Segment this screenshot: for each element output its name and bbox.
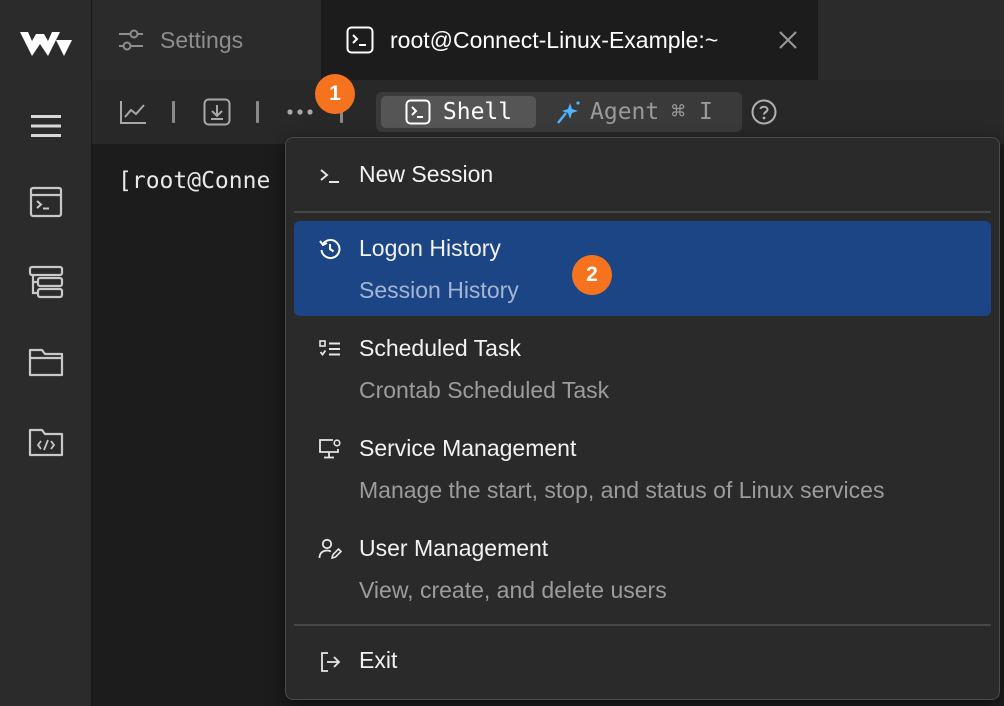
step-badge-2: 2	[572, 255, 612, 295]
step-badge-1: 1	[315, 74, 355, 114]
menu-button[interactable]	[0, 108, 91, 144]
prompt-icon	[318, 164, 342, 188]
download-button[interactable]	[202, 96, 232, 128]
menu-divider	[294, 624, 991, 626]
tab-terminal-session[interactable]: root@Connect-Linux-Example:~	[321, 0, 818, 80]
menu-item-new-session[interactable]: New Session	[294, 148, 991, 206]
code-folder-icon	[28, 428, 63, 457]
sidebar-item-files[interactable]	[0, 342, 91, 382]
more-button[interactable]	[286, 96, 314, 128]
more-dots-icon	[287, 109, 313, 115]
sparkle-icon	[557, 101, 580, 124]
more-menu-dropdown: New Session Logon History Session Histor…	[285, 137, 1000, 700]
monitor-gear-icon	[318, 437, 342, 461]
history-icon	[318, 237, 342, 261]
activity-bar	[0, 0, 92, 706]
menu-item-exit[interactable]: Exit	[294, 633, 991, 691]
agent-shortcut: ⌘ I	[671, 99, 713, 125]
menu-item-label: User Management	[359, 535, 549, 561]
menu-item-description: Crontab Scheduled Task	[359, 377, 610, 403]
hamburger-icon	[30, 115, 61, 137]
line-chart-icon	[120, 101, 146, 124]
sidebar-item-code[interactable]	[0, 422, 91, 462]
menu-divider	[294, 211, 991, 213]
download-icon	[203, 98, 231, 126]
menu-item-description: Session History	[359, 277, 519, 303]
toolbar-divider	[172, 101, 175, 123]
tab-bar: Settings root@Connect-Linux-Example:~	[92, 0, 1004, 80]
help-icon	[751, 99, 777, 125]
menu-item-user-management[interactable]: User Management View, create, and delete…	[294, 521, 991, 616]
folder-icon	[28, 348, 63, 377]
menu-item-label: Exit	[359, 647, 398, 673]
user-edit-icon	[318, 537, 342, 561]
shell-mode-button[interactable]: Shell	[381, 96, 536, 128]
exit-icon	[318, 650, 342, 674]
tab-terminal-label: root@Connect-Linux-Example:~	[390, 26, 719, 53]
terminal-prompt: [root@Conne	[118, 168, 271, 194]
sidebar-item-servers[interactable]	[0, 262, 91, 302]
logo-icon	[19, 32, 72, 56]
monitor-button[interactable]	[118, 96, 148, 128]
menu-item-label: Logon History	[359, 235, 501, 261]
task-list-icon	[318, 337, 342, 361]
app-logo	[0, 24, 91, 64]
menu-item-description: View, create, and delete users	[359, 577, 667, 603]
sidebar-item-terminal[interactable]	[0, 182, 91, 222]
help-button[interactable]	[751, 99, 777, 125]
terminal-icon	[346, 26, 374, 54]
agent-mode-button[interactable]: Agent ⌘ I	[556, 96, 736, 128]
shell-label: Shell	[442, 99, 513, 125]
menu-item-label: Scheduled Task	[359, 335, 521, 361]
close-icon[interactable]	[776, 28, 800, 52]
menu-item-service-management[interactable]: Service Management Manage the start, sto…	[294, 421, 991, 516]
menu-item-label: Service Management	[359, 435, 577, 461]
tab-bar-empty	[818, 0, 1004, 80]
sliders-icon	[118, 28, 144, 52]
menu-item-scheduled-task[interactable]: Scheduled Task Crontab Scheduled Task	[294, 321, 991, 416]
menu-item-description: Manage the start, stop, and status of Li…	[359, 477, 885, 503]
terminal-window-icon	[29, 186, 62, 218]
menu-item-logon-history[interactable]: Logon History Session History	[294, 221, 991, 316]
tab-settings-label: Settings	[160, 26, 244, 53]
agent-label: Agent	[590, 99, 660, 125]
tab-settings[interactable]: Settings	[92, 0, 320, 80]
terminal-icon	[405, 99, 431, 125]
menu-item-label: New Session	[359, 161, 494, 187]
server-list-icon	[28, 265, 63, 299]
toolbar-divider	[256, 101, 259, 123]
